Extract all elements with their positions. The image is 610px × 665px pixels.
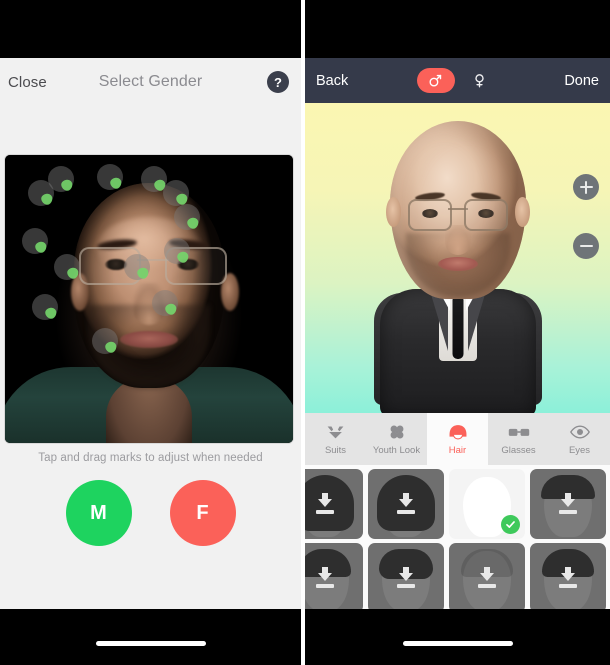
right-home-area (305, 609, 610, 665)
hairstyle-thumbnail[interactable] (449, 469, 525, 539)
download-arrow (318, 573, 332, 581)
right-phone-screen: Back Done Suits Youth Look Hair Glasses … (305, 0, 610, 665)
download-tray (316, 584, 334, 588)
done-button[interactable]: Done (564, 73, 599, 89)
thumbnail-grid[interactable] (305, 469, 610, 609)
avatar-ear-left (385, 197, 401, 227)
tab-label: Youth Look (372, 445, 421, 456)
close-button[interactable]: Close (8, 74, 47, 91)
instruction-text: Tap and drag marks to adjust when needed (38, 452, 263, 464)
download-tray (559, 584, 577, 588)
hairstyle-thumbnail[interactable] (530, 543, 606, 609)
download-tray (316, 510, 334, 514)
download-arrow (480, 573, 494, 581)
gender-toggle[interactable] (416, 68, 499, 93)
tab-label: Glasses (501, 445, 536, 456)
minus-icon (579, 240, 593, 253)
home-indicator[interactable] (95, 641, 206, 646)
zoom-in-button[interactable] (573, 174, 599, 200)
download-arrow (399, 573, 413, 581)
download-icon[interactable] (557, 567, 579, 589)
right-navigation-bar: Back Done (305, 58, 610, 103)
tab-hair[interactable]: Hair (427, 413, 488, 465)
female-toggle-pill[interactable] (461, 68, 499, 93)
avatar-figure (363, 121, 553, 413)
tab-youth-look[interactable]: Youth Look (366, 413, 427, 465)
zoom-out-button[interactable] (573, 233, 599, 259)
left-navigation-bar: Close Select Gender ? (0, 58, 301, 106)
gender-choice-row: M F (0, 480, 301, 546)
left-screen-body: Close Select Gender ? Tap and drag marks… (0, 58, 301, 609)
left-home-area (0, 609, 301, 665)
hairstyle-thumbnail[interactable] (305, 543, 363, 609)
download-icon[interactable] (314, 567, 336, 589)
download-arrow (561, 499, 575, 507)
avatar-mouth (437, 257, 478, 271)
tab-suits[interactable]: Suits (305, 413, 366, 465)
avatar-head (385, 121, 530, 299)
female-button[interactable]: F (169, 480, 236, 546)
avatar-necktie (452, 297, 463, 359)
hairstyle-thumbnail[interactable] (530, 469, 606, 539)
plus-icon (579, 180, 593, 194)
avatar-ear-right (514, 197, 530, 227)
download-tray (397, 584, 415, 588)
hairstyle-thumbnail[interactable] (305, 469, 363, 539)
photo-glasses (79, 247, 227, 285)
download-icon[interactable] (314, 493, 336, 515)
hairstyle-thumbnail[interactable] (449, 543, 525, 609)
hairstyle-thumbnail[interactable] (368, 469, 444, 539)
left-phone-screen: Close Select Gender ? Tap and drag marks… (0, 0, 301, 665)
male-toggle-pill[interactable] (416, 68, 455, 93)
right-screen-body: Back Done Suits Youth Look Hair Glasses … (305, 58, 610, 609)
left-status-bar (0, 0, 301, 58)
download-icon[interactable] (476, 567, 498, 589)
download-tray (559, 510, 577, 514)
face-photo-frame[interactable] (5, 155, 293, 443)
clover-icon (388, 422, 406, 442)
tab-eyes[interactable]: Eyes (549, 413, 610, 465)
eye-icon (569, 422, 590, 442)
thumbnail-scroll-area[interactable] (305, 465, 610, 609)
download-arrow (399, 499, 413, 507)
tab-glasses[interactable]: Glasses (488, 413, 549, 465)
avatar-nose (444, 225, 471, 255)
glasses-icon (508, 422, 530, 442)
category-tab-bar[interactable]: Suits Youth Look Hair Glasses Eyes (305, 413, 610, 465)
download-icon[interactable] (395, 567, 417, 589)
download-arrow (561, 573, 575, 581)
tab-label: Suits (324, 445, 347, 456)
hairstyle-thumbnail[interactable] (368, 543, 444, 609)
dual-screenshot-stage: Close Select Gender ? Tap and drag marks… (0, 0, 610, 665)
female-symbol-icon (475, 74, 484, 88)
right-status-bar (305, 0, 610, 58)
screenshot-divider (301, 0, 305, 665)
home-indicator[interactable] (402, 641, 513, 646)
download-arrow (318, 499, 332, 507)
help-icon[interactable]: ? (267, 71, 289, 93)
download-tray (478, 584, 496, 588)
page-title: Select Gender (98, 73, 203, 90)
selected-check-icon (501, 515, 520, 534)
avatar-canvas[interactable] (305, 103, 610, 413)
hair-icon (448, 422, 468, 442)
male-symbol-icon (429, 74, 442, 87)
suit-icon (326, 422, 345, 442)
tab-label: Hair (448, 445, 467, 456)
back-button[interactable]: Back (316, 73, 348, 89)
download-icon[interactable] (395, 493, 417, 515)
download-tray (397, 510, 415, 514)
photo-mouth (120, 331, 178, 348)
tab-label: Eyes (568, 445, 591, 456)
download-icon[interactable] (557, 493, 579, 515)
male-button[interactable]: M (65, 480, 132, 546)
